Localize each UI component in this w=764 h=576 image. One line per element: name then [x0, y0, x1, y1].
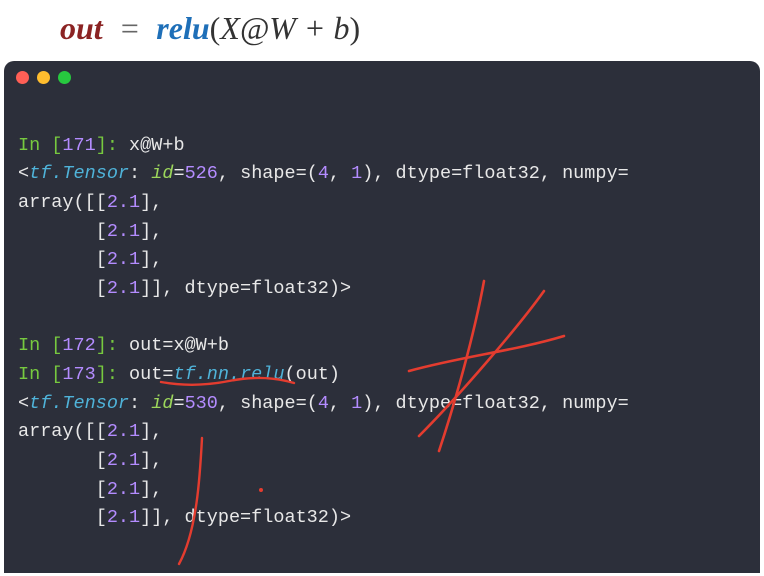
out-text: :: [129, 393, 151, 414]
code-expr: out=: [129, 364, 173, 385]
formula-plus: +: [296, 10, 334, 46]
out-shape-value: 4: [318, 393, 329, 414]
out-text: =: [173, 163, 184, 184]
out-text: ]], dtype=float32)>: [140, 507, 351, 528]
out-text: ],: [140, 450, 162, 471]
out-text: ,: [329, 163, 351, 184]
out-value: 2.1: [107, 421, 140, 442]
out-shape-value: 1: [351, 163, 362, 184]
out-value: 2.1: [107, 507, 140, 528]
formula-bar: out = relu(X@W+b): [0, 0, 764, 61]
out-array: [: [18, 450, 107, 471]
prompt-number: 173: [62, 364, 95, 385]
close-icon[interactable]: [16, 71, 29, 84]
prompt-close: ]:: [96, 364, 129, 385]
out-array: array([[: [18, 192, 107, 213]
formula-equals: =: [111, 10, 149, 46]
maximize-icon[interactable]: [58, 71, 71, 84]
out-text: ), dtype=float32, numpy=: [362, 163, 628, 184]
window-controls: [16, 71, 71, 84]
terminal-body[interactable]: In [171]: x@W+b <tf.Tensor: id=526, shap…: [18, 103, 750, 533]
out-id-value: 530: [185, 393, 218, 414]
out-id-value: 526: [185, 163, 218, 184]
formula-b: b: [334, 10, 350, 46]
prompt-number: 171: [62, 135, 95, 156]
out-value: 2.1: [107, 249, 140, 270]
code-expr: x@W+b: [129, 135, 185, 156]
code-expr: out=x@W+b: [129, 335, 229, 356]
prompt-number: 172: [62, 335, 95, 356]
out-value: 2.1: [107, 479, 140, 500]
out-array: [: [18, 221, 107, 242]
out-shape-value: 1: [351, 393, 362, 414]
out-text: ],: [140, 479, 162, 500]
out-text: ],: [140, 249, 162, 270]
out-type: tf.Tensor: [29, 163, 129, 184]
out-shape-value: 4: [318, 163, 329, 184]
out-value: 2.1: [107, 192, 140, 213]
code-func: tf.nn.relu: [173, 364, 284, 385]
out-text: ],: [140, 221, 162, 242]
formula-out: out: [60, 10, 103, 46]
prompt-close: ]:: [96, 135, 129, 156]
out-id-label: id: [151, 163, 173, 184]
out-text: ,: [329, 393, 351, 414]
formula-X: X: [220, 10, 240, 46]
prompt-close: ]:: [96, 335, 129, 356]
out-text: ]], dtype=float32)>: [140, 278, 351, 299]
formula-relu: relu: [156, 10, 209, 46]
out-array: [: [18, 278, 107, 299]
out-text: =: [173, 393, 184, 414]
formula-at: @: [240, 10, 269, 46]
prompt-in: In [: [18, 335, 62, 356]
formula-rparen: ): [350, 10, 361, 46]
code-expr: (out): [285, 364, 341, 385]
out-value: 2.1: [107, 450, 140, 471]
out-text: ],: [140, 421, 162, 442]
out-text: , shape=(: [218, 393, 318, 414]
out-array: array([[: [18, 421, 107, 442]
out-type: tf.Tensor: [29, 393, 129, 414]
minimize-icon[interactable]: [37, 71, 50, 84]
formula-lparen: (: [210, 10, 221, 46]
out-text: <: [18, 393, 29, 414]
out-text: ), dtype=float32, numpy=: [362, 393, 628, 414]
out-id-label: id: [151, 393, 173, 414]
formula-W: W: [269, 10, 296, 46]
terminal-window: In [171]: x@W+b <tf.Tensor: id=526, shap…: [4, 61, 760, 573]
out-array: [: [18, 249, 107, 270]
prompt-in: In [: [18, 364, 62, 385]
out-text: ],: [140, 192, 162, 213]
out-text: , shape=(: [218, 163, 318, 184]
prompt-in: In [: [18, 135, 62, 156]
out-value: 2.1: [107, 221, 140, 242]
out-text: :: [129, 163, 151, 184]
out-array: [: [18, 507, 107, 528]
out-text: <: [18, 163, 29, 184]
out-value: 2.1: [107, 278, 140, 299]
out-array: [: [18, 479, 107, 500]
